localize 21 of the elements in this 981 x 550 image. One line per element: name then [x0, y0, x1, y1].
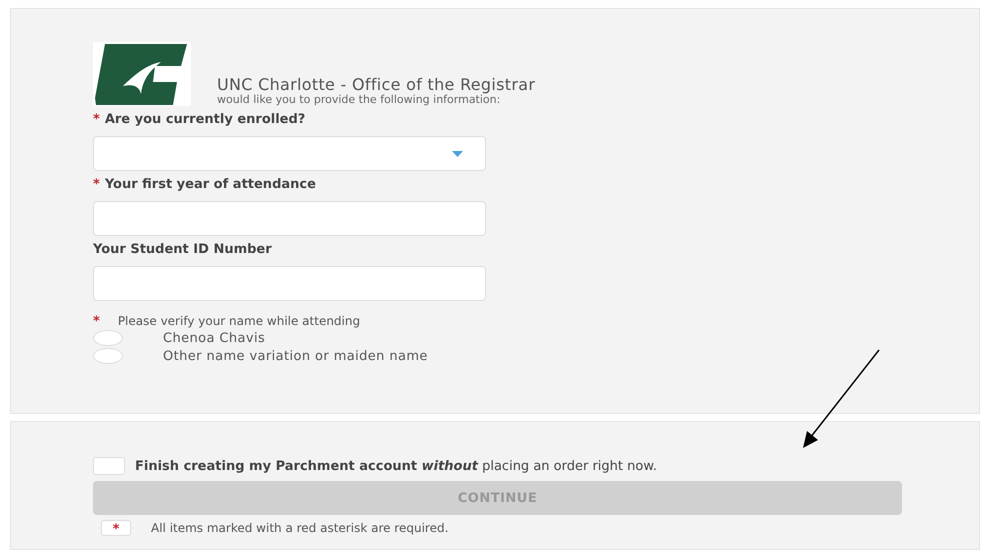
required-note: All items marked with a red asterisk are required.	[151, 521, 448, 535]
field-label: Your first year of attendance	[104, 177, 316, 192]
option-label: Other name variation or maiden name	[163, 348, 428, 364]
required-asterisk: *	[93, 177, 100, 192]
radio-button[interactable]	[93, 348, 123, 364]
account-checkbox[interactable]	[93, 457, 125, 475]
caret-icon	[452, 151, 463, 157]
input-field[interactable]	[93, 201, 486, 236]
field-label: Are you currently enrolled?	[104, 112, 306, 127]
subtitle: would like you to provide the following information:	[217, 94, 500, 106]
input-field[interactable]	[93, 266, 486, 301]
question-label: Please verify your name while attending	[118, 314, 360, 328]
office-title: UNC Charlotte - Office of the Registrar	[217, 75, 536, 94]
checkbox-label: Finish creating my Parchment account without placing an order right now.	[135, 458, 657, 474]
required-asterisk: *	[93, 112, 100, 127]
radio-button[interactable]	[93, 330, 123, 346]
dropdown-field[interactable]	[93, 136, 486, 171]
required-asterisk: *	[101, 520, 131, 536]
option-label: Chenoa Chavis	[163, 330, 266, 346]
field-label: Your Student ID Number	[93, 242, 272, 257]
required-asterisk: *	[93, 314, 100, 328]
